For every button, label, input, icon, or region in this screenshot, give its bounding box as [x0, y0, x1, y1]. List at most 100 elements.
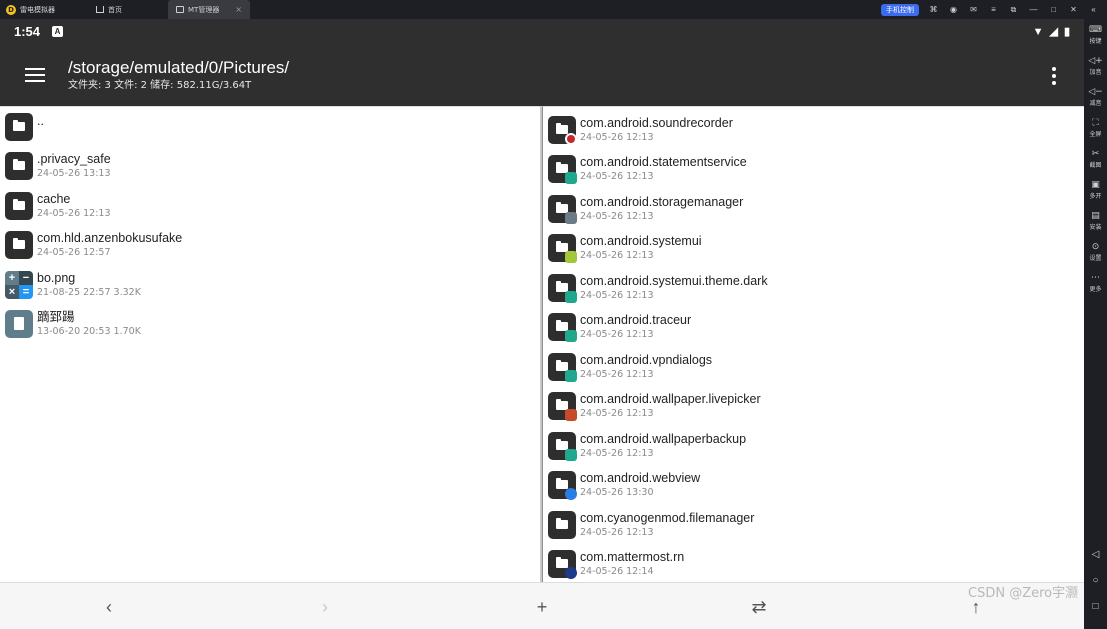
watermark: CSDN @Zero宇灏	[968, 586, 1079, 601]
multi-instance-icon: ▣	[1091, 179, 1100, 190]
sidebar-label: 多开	[1089, 192, 1102, 200]
folder-icon	[548, 312, 577, 342]
overflow-menu-icon[interactable]	[1051, 67, 1057, 85]
folder-icon	[5, 230, 33, 259]
scissors-icon: ✂	[1091, 148, 1100, 159]
app-badge-icon	[565, 250, 577, 263]
sidebar-item-keys[interactable]: ⌨ 按键	[1084, 19, 1107, 50]
gamepad-icon[interactable]: ⌘	[928, 4, 939, 15]
swap-icon[interactable]: ⇄	[747, 595, 771, 619]
list-item[interactable]: com.android.systemui 24-05-26 12:13	[543, 228, 1084, 267]
plus-icon[interactable]: +	[530, 595, 554, 619]
list-item[interactable]: com.android.statementservice 24-05-26 12:…	[543, 149, 1084, 188]
close-window-icon[interactable]: ✕	[1068, 4, 1079, 15]
hamburger-menu-icon[interactable]	[0, 44, 70, 106]
document-icon	[5, 309, 33, 338]
nav-back-icon[interactable]: ◁	[1084, 549, 1107, 560]
user-icon[interactable]: ◉	[948, 4, 959, 15]
keyboard-icon: ⌨	[1089, 24, 1102, 35]
folder-icon	[548, 194, 577, 224]
list-item[interactable]: com.cyanogenmod.filemanager 24-05-26 12:1…	[543, 505, 1084, 544]
folder-icon	[548, 115, 577, 145]
sidebar-item-install[interactable]: ▤ 安装	[1084, 205, 1107, 236]
list-item[interactable]: com.android.wallpaper.livepicker 24-05-26…	[543, 386, 1084, 425]
file-name: bo.png	[37, 271, 76, 285]
tab-mt-manager-label: MT管理器	[188, 5, 220, 14]
sidebar-item-screenshot[interactable]: ✂ 截图	[1084, 143, 1107, 174]
list-item[interactable]: com.android.wallpaperbackup 24-05-26 12:1…	[543, 426, 1084, 465]
sidebar-item-more[interactable]: ⋯ 更多	[1084, 267, 1107, 298]
file-meta: 24-05-26 12:57	[37, 247, 111, 258]
folder-icon	[548, 352, 577, 382]
app-badge-icon	[565, 566, 577, 579]
chevron-left-icon[interactable]: ‹	[97, 595, 121, 619]
tab-mt-manager[interactable]: MT管理器 ×	[168, 0, 250, 19]
sidebar-label: 安装	[1089, 223, 1102, 231]
android-badge-icon	[565, 448, 577, 461]
list-item[interactable]: cache 24-05-26 12:13	[0, 186, 540, 225]
list-item[interactable]: com.android.systemui.theme.dark 24-05-26 …	[543, 268, 1084, 307]
tab-home[interactable]: 首页	[88, 0, 168, 19]
file-name: ..	[37, 113, 44, 128]
sidebar-label: 全屏	[1089, 130, 1102, 138]
list-item[interactable]: com.android.webview 24-05-26 13:30	[543, 465, 1084, 504]
sidebar-label: 按键	[1089, 37, 1102, 45]
file-meta: 13-06-20 20:53 1.70K	[37, 326, 141, 337]
folder-icon	[548, 233, 577, 263]
status-bar: 1:54 A ▼ ◢ ▮	[0, 19, 1084, 44]
file-name: .privacy_safe	[37, 152, 111, 166]
list-item[interactable]: + − × = bo.png 21-08-25 22:57 3.32K	[0, 265, 540, 304]
emulator-sidebar: ⌨ 按键 ◁+ 加音 ◁− 减音 ⛶ 全屏 ✂ 截图 ▣ 多开 ▤ 安装 ⊙ 设置 ⋯ 更多 ◁ …	[1084, 19, 1107, 629]
globe-badge-icon	[565, 487, 577, 500]
folder-icon	[548, 470, 577, 500]
file-meta: 24-05-26 12:13	[580, 527, 654, 538]
battery-icon: ▮	[1063, 26, 1070, 38]
notification-a-icon: A	[52, 26, 64, 37]
storage-summary: 文件夹: 3 文件: 2 储存: 582.11G/3.64T	[68, 80, 252, 91]
list-item[interactable]: .privacy_safe 24-05-26 13:13	[0, 146, 540, 185]
list-item[interactable]: com.android.traceur 24-05-26 12:13	[543, 307, 1084, 346]
close-tab-icon[interactable]: ×	[235, 5, 242, 14]
nav-recents-icon[interactable]: □	[1084, 601, 1107, 612]
sidebar-item-fullscreen[interactable]: ⛶ 全屏	[1084, 112, 1107, 143]
list-item[interactable]: com.android.vpndialogs 24-05-26 12:13	[543, 347, 1084, 386]
current-path[interactable]: /storage/emulated/0/Pictures/	[68, 57, 289, 79]
maximize-icon[interactable]: □	[1048, 4, 1059, 15]
restore-icon[interactable]: ⧉	[1008, 4, 1019, 15]
app-badge-icon	[565, 408, 577, 421]
minimize-icon[interactable]: —	[1028, 4, 1039, 15]
file-meta: 24-05-26 12:13	[580, 290, 654, 301]
list-item[interactable]: com.hld.anzenbokusufake 24-05-26 12:57	[0, 225, 540, 264]
list-item[interactable]: ..	[0, 107, 540, 146]
emulator-app-name: 雷电模拟器	[20, 5, 55, 14]
list-item[interactable]: com.android.soundrecorder 24-05-26 12:13	[543, 110, 1084, 149]
sidebar-item-volume-up[interactable]: ◁+ 加音	[1084, 50, 1107, 81]
android-badge-icon	[565, 329, 577, 342]
file-meta: 24-05-26 12:14	[580, 566, 654, 577]
volume-up-icon: ◁+	[1088, 55, 1103, 66]
sidebar-item-volume-down[interactable]: ◁− 减音	[1084, 81, 1107, 112]
chevron-right-icon[interactable]: ›	[313, 595, 337, 619]
android-badge-icon	[565, 171, 577, 184]
list-item[interactable]: com.android.storagemanager 24-05-26 12:13	[543, 189, 1084, 228]
list-item[interactable]: com.mattermost.rn 24-05-26 12:14	[543, 544, 1084, 582]
folder-icon	[548, 549, 577, 579]
sidebar-item-settings[interactable]: ⊙ 设置	[1084, 236, 1107, 267]
file-meta: 24-05-26 12:13	[580, 250, 654, 261]
collapse-sidebar-icon[interactable]: «	[1088, 4, 1099, 15]
phone-control-button[interactable]: 手机控制	[881, 3, 919, 16]
sidebar-item-multi[interactable]: ▣ 多开	[1084, 174, 1107, 205]
file-name: com.android.vpndialogs	[580, 353, 713, 367]
file-name: com.hld.anzenbokusufake	[37, 231, 183, 245]
folder-icon	[548, 431, 577, 461]
volume-down-icon: ◁−	[1088, 86, 1103, 97]
file-meta: 24-05-26 12:13	[37, 208, 111, 219]
mail-icon[interactable]: ✉	[968, 4, 979, 15]
nav-home-icon[interactable]: ○	[1084, 575, 1107, 586]
menu-icon[interactable]: ≡	[988, 4, 999, 15]
list-item[interactable]: 蹢郅踼 13-06-20 20:53 1.70K	[0, 304, 540, 343]
file-name: cache	[37, 192, 71, 206]
status-time: 1:54	[14, 24, 41, 39]
folder-icon	[548, 391, 577, 421]
more-icon: ⋯	[1091, 272, 1100, 283]
